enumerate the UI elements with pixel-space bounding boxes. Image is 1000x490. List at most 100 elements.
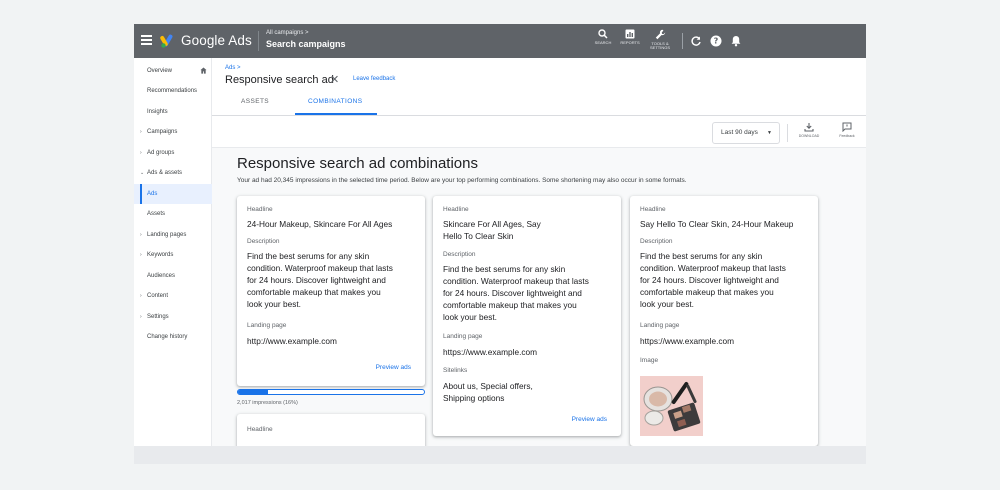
nav-item-label: Keywords (147, 252, 174, 258)
description-line: Find the best serums for any skin (443, 264, 566, 274)
topbar-divider (258, 31, 259, 51)
nav-item-label: Insights (147, 109, 168, 115)
nav-item-ads[interactable]: Ads (134, 184, 212, 204)
reports-icon (625, 29, 635, 39)
feedback-button[interactable]: Feedback (832, 122, 862, 138)
description-line: for 24 hours. Discover lightweight and (640, 275, 779, 285)
tab-assets[interactable]: ASSETS (241, 98, 269, 105)
help-icon[interactable]: ? (710, 35, 722, 47)
nav-item-label: Overview (147, 68, 173, 74)
main-panel: Ads > Responsive search ad ✕ Leave feedb… (212, 58, 866, 446)
reports-tool-button[interactable]: REPORTS (613, 29, 647, 45)
landing-page-url: https://www.example.com (640, 336, 735, 346)
preview-ads-link[interactable]: Preview ads (376, 364, 411, 371)
combinations-content: Responsive search ad combinations Your a… (212, 148, 866, 446)
brand-name[interactable]: Google Ads (181, 33, 252, 48)
nav-item-settings[interactable]: › Settings (134, 307, 212, 327)
search-icon (598, 29, 608, 39)
chevron-right-icon: › (140, 129, 142, 135)
table-toolbar: Last 90 days ▼ DOWNLOAD Feedback (212, 116, 866, 148)
combination-card: Headline 24-Hour Makeup, Skincare For Al… (237, 196, 425, 386)
preview-ads-link[interactable]: Preview ads (572, 416, 607, 423)
caret-down-icon: ▼ (767, 130, 772, 136)
landing-page-label: Landing page (247, 322, 287, 329)
nav-item-insights[interactable]: Insights (134, 102, 212, 122)
download-icon (804, 123, 814, 132)
breadcrumb-parent[interactable]: All campaigns > (266, 30, 309, 36)
breadcrumb-ads[interactable]: Ads > (225, 65, 241, 71)
description-line: condition. Waterproof makeup that lasts (247, 263, 393, 273)
description-line: Find the best serums for any skin (640, 251, 763, 261)
chevron-down-icon: ⌄ (140, 170, 145, 176)
landing-page-url: http://www.example.com (247, 336, 337, 346)
chevron-right-icon: › (140, 293, 142, 299)
notifications-bell-icon[interactable] (730, 35, 742, 47)
breadcrumb-current[interactable]: Search campaigns (266, 39, 346, 49)
tools-settings-button[interactable]: TOOLS & SETTINGS (643, 29, 677, 51)
nav-item-label: Change history (147, 334, 188, 340)
description-line: for 24 hours. Discover lightweight and (247, 275, 386, 285)
leave-feedback-link[interactable]: Leave feedback (353, 76, 395, 82)
makeup-product-image (640, 376, 703, 436)
nav-item-ads-assets[interactable]: ⌄ Ads & assets (134, 163, 212, 183)
nav-item-overview[interactable]: Overview (134, 61, 212, 81)
nav-item-label: Landing pages (147, 232, 187, 238)
headline-text: Say Hello To Clear Skin, 24-Hour Makeup (640, 219, 794, 229)
toolbar-divider (787, 124, 788, 142)
page-header: Ads > Responsive search ad ✕ Leave feedb… (212, 58, 866, 116)
page-title: Responsive search ad (225, 74, 334, 86)
tab-combinations[interactable]: COMBINATIONS (308, 98, 363, 105)
google-ads-logo-icon (160, 34, 173, 48)
search-tool-label: SEARCH (594, 40, 612, 45)
active-tab-indicator (295, 113, 377, 115)
sitelinks-label: Sitelinks (443, 367, 468, 374)
description-label: Description (443, 251, 476, 258)
combination-card: Headline Skincare For All Ages, Say Hell… (433, 196, 621, 436)
nav-item-assets[interactable]: Assets (134, 204, 212, 224)
impressions-count: 2,017 impressions (16%) (237, 400, 298, 406)
chevron-right-icon: › (140, 232, 142, 238)
description-line: for 24 hours. Discover lightweight and (443, 288, 582, 298)
close-icon[interactable]: ✕ (330, 73, 339, 86)
description-line: comfortable makeup that makes you (443, 300, 577, 310)
top-app-bar: Google Ads All campaigns > Search campai… (134, 24, 866, 58)
nav-item-campaigns[interactable]: › Campaigns (134, 122, 212, 142)
headline-label: Headline (443, 206, 469, 213)
combination-card: Headline (237, 414, 425, 446)
nav-item-audiences[interactable]: Audiences (134, 266, 212, 286)
nav-item-label: Ads (147, 191, 158, 197)
nav-item-recommendations[interactable]: Recommendations (134, 81, 212, 101)
description-label: Description (247, 238, 280, 245)
nav-item-ad-groups[interactable]: › Ad groups (134, 143, 212, 163)
nav-item-content[interactable]: › Content (134, 286, 212, 306)
refresh-icon[interactable] (690, 35, 702, 47)
image-label: Image (640, 357, 659, 364)
reports-tool-label: REPORTS (620, 40, 640, 45)
menu-icon[interactable] (141, 35, 152, 47)
nav-item-label: Content (147, 293, 169, 299)
ad-image-thumbnail[interactable] (640, 376, 703, 436)
wrench-icon (655, 29, 665, 40)
chevron-right-icon: › (140, 314, 142, 320)
nav-item-change-history[interactable]: Change history (134, 327, 212, 347)
nav-item-label: Recommendations (147, 88, 198, 94)
date-range-selector[interactable]: Last 90 days ▼ (712, 122, 780, 144)
download-button[interactable]: DOWNLOAD (794, 122, 824, 138)
description-line: look your best. (443, 312, 497, 322)
description-line: look your best. (247, 299, 301, 309)
description-line: comfortable makeup that makes you (247, 287, 381, 297)
headline-label: Headline (640, 206, 666, 213)
sitelinks-line: About us, Special offers, (443, 381, 533, 391)
chevron-right-icon: › (140, 252, 142, 258)
tools-settings-label: TOOLS & SETTINGS (649, 41, 670, 51)
headline-line: Hello To Clear Skin (443, 231, 514, 241)
description-line: comfortable makeup that makes you (640, 287, 774, 297)
nav-item-keywords[interactable]: › Keywords (134, 245, 212, 265)
landing-page-label: Landing page (443, 333, 483, 340)
nav-item-landing-pages[interactable]: › Landing pages (134, 225, 212, 245)
section-title: Responsive search ad combinations (237, 155, 478, 172)
description-line: condition. Waterproof makeup that lasts (443, 276, 589, 286)
description-line: Find the best serums for any skin (247, 251, 370, 261)
description-line: look your best. (640, 299, 694, 309)
nav-item-label: Settings (147, 314, 169, 320)
